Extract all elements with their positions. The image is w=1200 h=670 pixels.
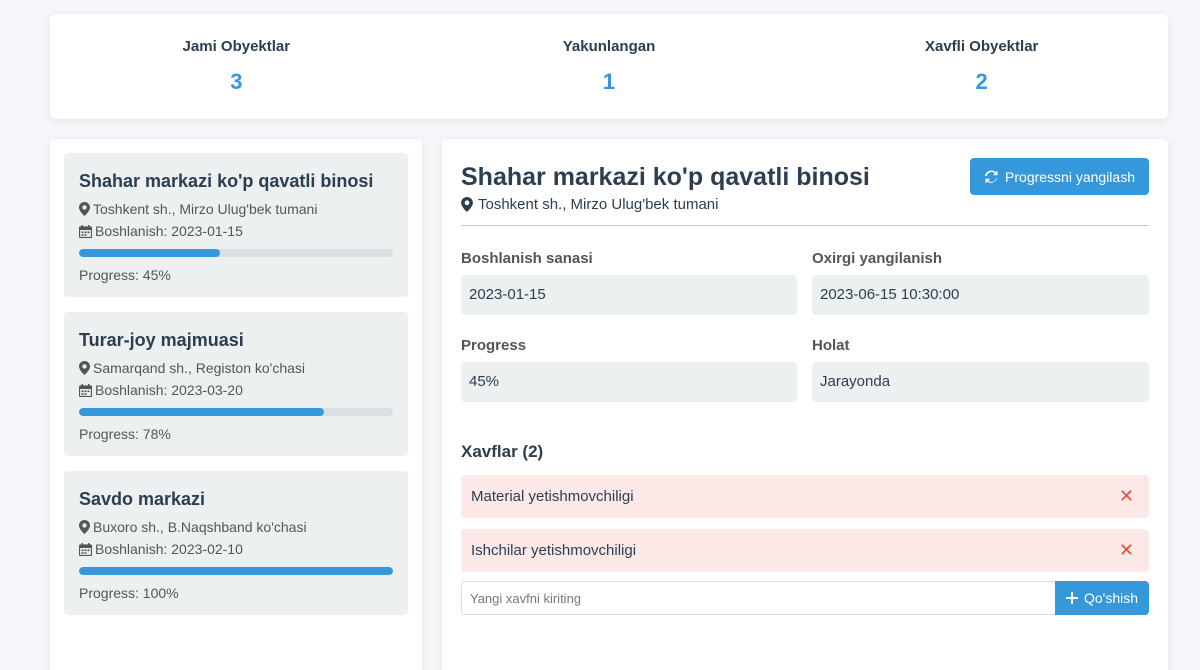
calendar-icon <box>79 224 92 238</box>
project-card[interactable]: Turar-joy majmuasi Samarqand sh., Regist… <box>64 312 408 456</box>
close-icon[interactable]: ✕ <box>1114 486 1139 507</box>
risk-text: Ishchilar yetishmovchiligi <box>471 542 637 559</box>
project-location-line: Samarqand sh., Registon ko'chasi <box>79 360 393 376</box>
project-start-line: Boshlanish: 2023-01-15 <box>79 223 393 239</box>
project-location-line: Buxoro sh., B.Naqshband ko'chasi <box>79 519 393 535</box>
new-risk-input[interactable] <box>461 581 1055 615</box>
detail-location: Toshkent sh., Mirzo Ulug'bek tumani <box>478 196 719 213</box>
project-card[interactable]: Savdo markazi Buxoro sh., B.Naqshband ko… <box>64 471 408 615</box>
project-detail: Shahar markazi ko'p qavatli binosi Progr… <box>442 139 1168 670</box>
field-label: Holat <box>812 337 850 354</box>
stat-total: Jami Obyektlar 3 <box>50 14 423 119</box>
field-progress: Progress 45% <box>461 337 797 402</box>
risk-item: Ishchilar yetishmovchiligi ✕ <box>461 529 1149 572</box>
field-value: 45% <box>461 362 797 402</box>
close-icon[interactable]: ✕ <box>1114 540 1139 561</box>
detail-header: Shahar markazi ko'p qavatli binosi Progr… <box>461 158 1149 195</box>
project-name: Shahar markazi ko'p qavatli binosi <box>79 171 374 191</box>
project-start-line: Boshlanish: 2023-03-20 <box>79 382 393 398</box>
risk-text: Material yetishmovchiligi <box>471 488 634 505</box>
project-name: Savdo markazi <box>79 489 206 509</box>
stat-value: 2 <box>975 69 988 94</box>
stats-bar: Jami Obyektlar 3 Yakunlangan 1 Xavfli Ob… <box>50 14 1168 119</box>
project-location-line: Toshkent sh., Mirzo Ulug'bek tumani <box>79 201 393 217</box>
progress-text: Progress: 100% <box>79 585 179 601</box>
field-value: 2023-01-15 <box>461 275 797 315</box>
project-start: Boshlanish: 2023-02-10 <box>95 541 243 557</box>
add-risk-button[interactable]: Qo'shish <box>1055 581 1149 615</box>
stat-completed: Yakunlangan 1 <box>423 14 796 119</box>
project-location: Buxoro sh., B.Naqshband ko'chasi <box>93 519 307 535</box>
refresh-progress-button[interactable]: Progressni yangilash <box>970 158 1149 195</box>
project-start: Boshlanish: 2023-03-20 <box>95 382 243 398</box>
add-risk-row: Qo'shish <box>461 581 1149 615</box>
stat-label: Yakunlangan <box>562 38 656 55</box>
progress-fill <box>79 567 393 575</box>
field-value: 2023-06-15 10:30:00 <box>812 275 1149 315</box>
refresh-label: Progressni yangilash <box>1005 168 1135 185</box>
refresh-icon <box>985 170 998 183</box>
project-start: Boshlanish: 2023-01-15 <box>95 223 243 239</box>
risk-item: Material yetishmovchiligi ✕ <box>461 475 1149 518</box>
progress-text: Progress: 45% <box>79 267 171 283</box>
field-label: Progress <box>461 337 527 354</box>
stat-risky: Xavfli Obyektlar 2 <box>795 14 1168 119</box>
field-updated: Oxirgi yangilanish 2023-06-15 10:30:00 <box>812 250 1149 315</box>
field-status: Holat Jarayonda <box>812 337 1149 402</box>
plus-icon <box>1065 592 1078 604</box>
stat-value: 3 <box>230 69 243 94</box>
map-marker-icon <box>461 197 473 212</box>
field-start: Boshlanish sanasi 2023-01-15 <box>461 250 797 315</box>
progress-fill <box>79 249 221 257</box>
progress-bar <box>79 567 393 575</box>
progress-bar <box>79 249 393 257</box>
stat-label: Xavfli Obyektlar <box>924 38 1039 55</box>
progress-text: Progress: 78% <box>79 426 171 442</box>
project-start-line: Boshlanish: 2023-02-10 <box>79 541 393 557</box>
field-label: Boshlanish sanasi <box>461 250 593 267</box>
calendar-icon <box>79 542 92 556</box>
calendar-icon <box>79 383 92 397</box>
map-marker-icon <box>79 361 90 375</box>
project-list: Shahar markazi ko'p qavatli binosi Toshk… <box>50 139 422 670</box>
map-marker-icon <box>79 520 90 534</box>
field-value: Jarayonda <box>812 362 1149 402</box>
project-card[interactable]: Shahar markazi ko'p qavatli binosi Toshk… <box>64 153 408 297</box>
add-label: Qo'shish <box>1083 590 1139 606</box>
detail-fields: Boshlanish sanasi 2023-01-15 Oxirgi yang… <box>461 250 1149 402</box>
progress-fill <box>79 408 324 416</box>
stat-value: 1 <box>602 69 616 94</box>
project-location: Samarqand sh., Registon ko'chasi <box>93 360 306 376</box>
field-label: Oxirgi yangilanish <box>812 250 943 267</box>
risks-title: Xavflar (2) <box>461 442 544 461</box>
stat-label: Jami Obyektlar <box>182 38 291 55</box>
progress-bar <box>79 408 393 416</box>
detail-title: Shahar markazi ko'p qavatli binosi <box>461 163 870 191</box>
map-marker-icon <box>79 202 90 216</box>
detail-location-line: Toshkent sh., Mirzo Ulug'bek tumani <box>461 196 1149 226</box>
project-location: Toshkent sh., Mirzo Ulug'bek tumani <box>93 201 318 217</box>
project-name: Turar-joy majmuasi <box>79 330 244 350</box>
